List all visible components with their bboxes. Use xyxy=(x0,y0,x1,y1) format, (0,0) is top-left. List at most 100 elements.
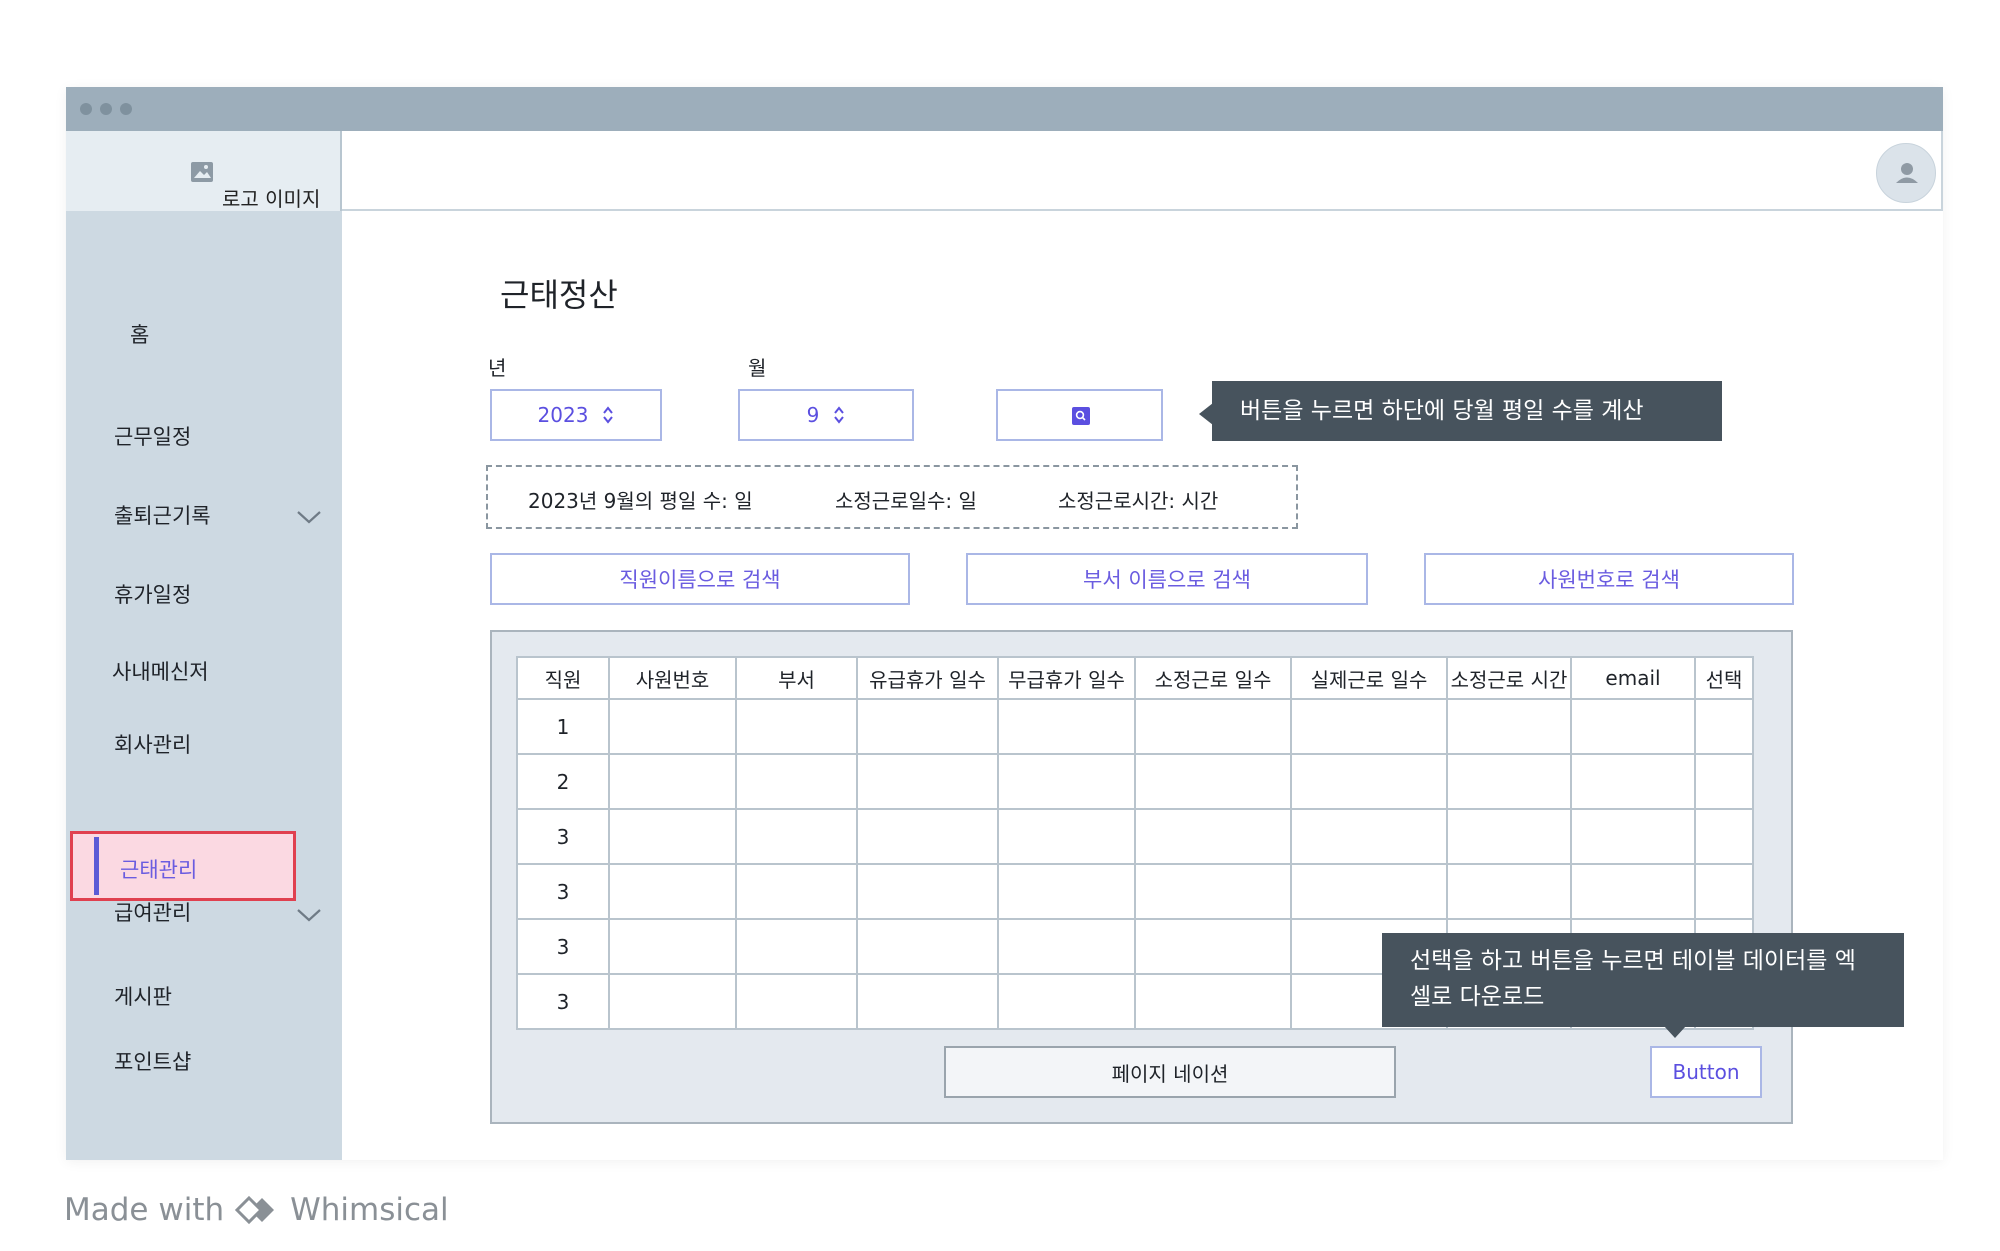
column-header: 유급휴가 일수 xyxy=(856,656,999,700)
table-cell xyxy=(1446,753,1572,810)
table-cell xyxy=(735,918,858,975)
table-cell xyxy=(1570,863,1696,920)
table-row[interactable]: 2 xyxy=(516,753,1754,810)
year-stepper[interactable]: 2023 xyxy=(490,389,662,441)
sidebar-item-point-shop[interactable]: 포인트샵 xyxy=(114,1046,191,1076)
sidebar-item-payroll[interactable]: 급여관리 xyxy=(114,897,191,927)
month-stepper[interactable]: 9 xyxy=(738,389,914,441)
table-cell xyxy=(1134,863,1292,920)
table-cell xyxy=(856,698,999,755)
table-cell xyxy=(735,698,858,755)
page-title: 근태정산 xyxy=(500,276,618,314)
search-by-employee-name[interactable]: 직원이름으로 검색 xyxy=(490,553,910,605)
table-cell xyxy=(1134,753,1292,810)
table-cell xyxy=(608,973,737,1030)
table-row[interactable]: 3 xyxy=(516,863,1754,920)
download-button[interactable]: Button xyxy=(1650,1046,1762,1098)
table-panel: 직원 사원번호 부서 유급휴가 일수 무급휴가 일수 소정근로 일수 실제근로 … xyxy=(490,630,1793,1124)
month-value: 9 xyxy=(806,403,820,427)
calculate-button[interactable] xyxy=(996,389,1163,441)
table-cell xyxy=(1134,918,1292,975)
table-cell xyxy=(997,753,1136,810)
search-icon xyxy=(1072,407,1090,425)
row-number: 1 xyxy=(516,698,610,755)
table-cell xyxy=(1570,808,1696,865)
active-indicator xyxy=(94,837,99,895)
window-minimize-dot[interactable] xyxy=(100,103,112,115)
sidebar-item-attendance-record[interactable]: 출퇴근기록 xyxy=(114,500,211,530)
column-header: 부서 xyxy=(735,656,858,700)
column-header: 무급휴가 일수 xyxy=(997,656,1136,700)
table-cell xyxy=(1134,698,1292,755)
scheduled-hours-text: 소정근로시간: 시간 xyxy=(1058,489,1219,513)
table-cell xyxy=(608,753,737,810)
chevron-down-icon[interactable] xyxy=(296,907,322,923)
avatar[interactable] xyxy=(1876,143,1936,203)
weekday-info-box: 2023년 9월의 평일 수: 일 소정근로일수: 일 소정근로시간: 시간 xyxy=(486,465,1298,529)
row-number: 2 xyxy=(516,753,610,810)
window-titlebar xyxy=(66,87,1943,131)
sidebar: 로고 이미지 홈 근무일정 출퇴근기록 휴가일정 사내메신저 회사관리 근태관리… xyxy=(66,131,342,1160)
row-number: 3 xyxy=(516,808,610,865)
sidebar-item-work-schedule[interactable]: 근무일정 xyxy=(114,421,191,451)
month-label: 월 xyxy=(748,356,767,380)
top-bar xyxy=(342,131,1943,211)
tooltip-pointer xyxy=(1664,1026,1686,1038)
window-maximize-dot[interactable] xyxy=(120,103,132,115)
table-cell xyxy=(735,973,858,1030)
select-cell[interactable] xyxy=(1694,698,1754,755)
table-cell xyxy=(608,698,737,755)
sidebar-item-company-management[interactable]: 회사관리 xyxy=(114,729,191,759)
chevron-down-icon[interactable] xyxy=(296,509,322,525)
table-cell xyxy=(856,918,999,975)
sidebar-item-messenger[interactable]: 사내메신저 xyxy=(112,656,209,686)
table-cell xyxy=(608,808,737,865)
scheduled-days-text: 소정근로일수: 일 xyxy=(835,489,977,513)
select-cell[interactable] xyxy=(1694,863,1754,920)
column-header: 선택 xyxy=(1694,656,1754,700)
column-header: 실제근로 일수 xyxy=(1290,656,1448,700)
table-cell xyxy=(856,808,999,865)
sidebar-item-home[interactable]: 홈 xyxy=(130,319,149,349)
calculate-tooltip: 버튼을 누르면 하단에 당월 평일 수를 계산 xyxy=(1212,381,1722,441)
table-cell xyxy=(1290,863,1448,920)
sidebar-item-vacation-schedule[interactable]: 휴가일정 xyxy=(114,579,191,609)
pagination[interactable]: 페이지 네이션 xyxy=(944,1046,1396,1098)
select-cell[interactable] xyxy=(1694,808,1754,865)
table-cell xyxy=(856,973,999,1030)
table-cell xyxy=(1446,808,1572,865)
table-header-row: 직원 사원번호 부서 유급휴가 일수 무급휴가 일수 소정근로 일수 실제근로 … xyxy=(516,656,1754,700)
row-number: 3 xyxy=(516,863,610,920)
search-by-department[interactable]: 부서 이름으로 검색 xyxy=(966,553,1368,605)
logo[interactable]: 로고 이미지 xyxy=(66,131,342,211)
made-with-watermark[interactable]: Made with Whimsical xyxy=(64,1192,449,1228)
made-with-text: Made with xyxy=(64,1192,225,1228)
up-down-chevron-icon[interactable] xyxy=(833,405,845,425)
column-header: 사원번호 xyxy=(608,656,737,700)
table-cell xyxy=(1446,863,1572,920)
table-row[interactable]: 3 xyxy=(516,808,1754,865)
weekday-count-text: 2023년 9월의 평일 수: 일 xyxy=(528,489,753,513)
table-cell xyxy=(997,698,1136,755)
column-header: 소정근로 일수 xyxy=(1134,656,1292,700)
table-cell xyxy=(735,863,858,920)
download-tooltip: 선택을 하고 버튼을 누르면 테이블 데이터를 엑셀로 다운로드 xyxy=(1382,933,1904,1027)
table-cell xyxy=(856,753,999,810)
sidebar-item-label: 근태관리 xyxy=(120,858,198,882)
table-cell xyxy=(997,863,1136,920)
tooltip-pointer xyxy=(1199,403,1213,425)
table-cell xyxy=(735,808,858,865)
up-down-chevron-icon[interactable] xyxy=(602,405,614,425)
brand-name: Whimsical xyxy=(290,1192,449,1228)
table-row[interactable]: 1 xyxy=(516,698,1754,755)
window-close-dot[interactable] xyxy=(80,103,92,115)
search-by-employee-id[interactable]: 사원번호로 검색 xyxy=(1424,553,1794,605)
table-cell xyxy=(856,863,999,920)
column-header: 직원 xyxy=(516,656,610,700)
table-cell xyxy=(1570,753,1696,810)
table-cell xyxy=(997,973,1136,1030)
table-cell xyxy=(1134,973,1292,1030)
sidebar-item-board[interactable]: 게시판 xyxy=(114,981,172,1011)
column-header: 소정근로 시간 xyxy=(1446,656,1572,700)
select-cell[interactable] xyxy=(1694,753,1754,810)
